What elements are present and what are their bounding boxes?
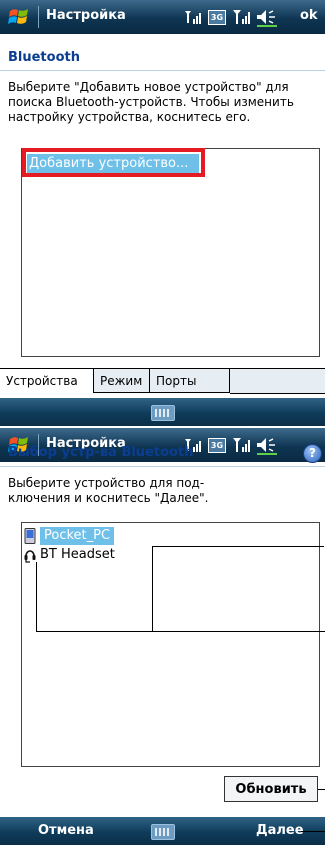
page-header-2: Выбор устр-ва Bluetooth	[8, 445, 194, 460]
tab-devices[interactable]: Устройства	[0, 369, 94, 393]
next-softkey[interactable]: Далее	[256, 823, 304, 838]
device-label: BT Headset	[40, 547, 115, 562]
ok-button[interactable]: ok	[300, 8, 318, 23]
keyboard-icon[interactable]	[151, 405, 175, 421]
soft-key-bar	[0, 398, 325, 426]
app-title[interactable]: Настройка	[46, 8, 126, 23]
description-text: Выберите "Добавить новое устройство" для…	[8, 80, 294, 124]
volume-icon[interactable]	[256, 9, 278, 27]
device-label: Pocket_PC	[40, 527, 115, 545]
keyboard-icon[interactable]	[151, 824, 175, 840]
refresh-button[interactable]: Обновить	[224, 776, 318, 802]
cancel-softkey[interactable]: Отмена	[38, 823, 94, 838]
network-3g-badge[interactable]: 3G	[208, 438, 226, 453]
highlight-frame	[22, 148, 205, 177]
tab-com-ports[interactable]: Порты COM	[150, 369, 230, 412]
page-header: Bluetooth	[8, 50, 80, 65]
pocket-pc-icon	[24, 528, 36, 544]
signal-strength-icon[interactable]	[232, 9, 252, 25]
headset-icon	[24, 550, 36, 563]
title-bar: Настройка 3G ok	[0, 0, 325, 34]
tab-bar: Устройства Режим Порты COM	[0, 368, 325, 412]
volume-icon[interactable]	[256, 437, 278, 455]
device-list[interactable]	[21, 148, 320, 357]
help-icon[interactable]: ?	[303, 444, 322, 463]
signal-strength-icon[interactable]	[232, 437, 252, 453]
description-text-2: Выберите устройство для под-ключения и к…	[8, 476, 209, 505]
data-signal-icon[interactable]	[184, 9, 204, 25]
soft-key-bar-2: Отмена Далее	[0, 817, 325, 845]
windows-logo-icon[interactable]	[8, 6, 30, 28]
network-3g-badge[interactable]: 3G	[208, 10, 226, 25]
tab-mode[interactable]: Режим	[94, 369, 150, 393]
